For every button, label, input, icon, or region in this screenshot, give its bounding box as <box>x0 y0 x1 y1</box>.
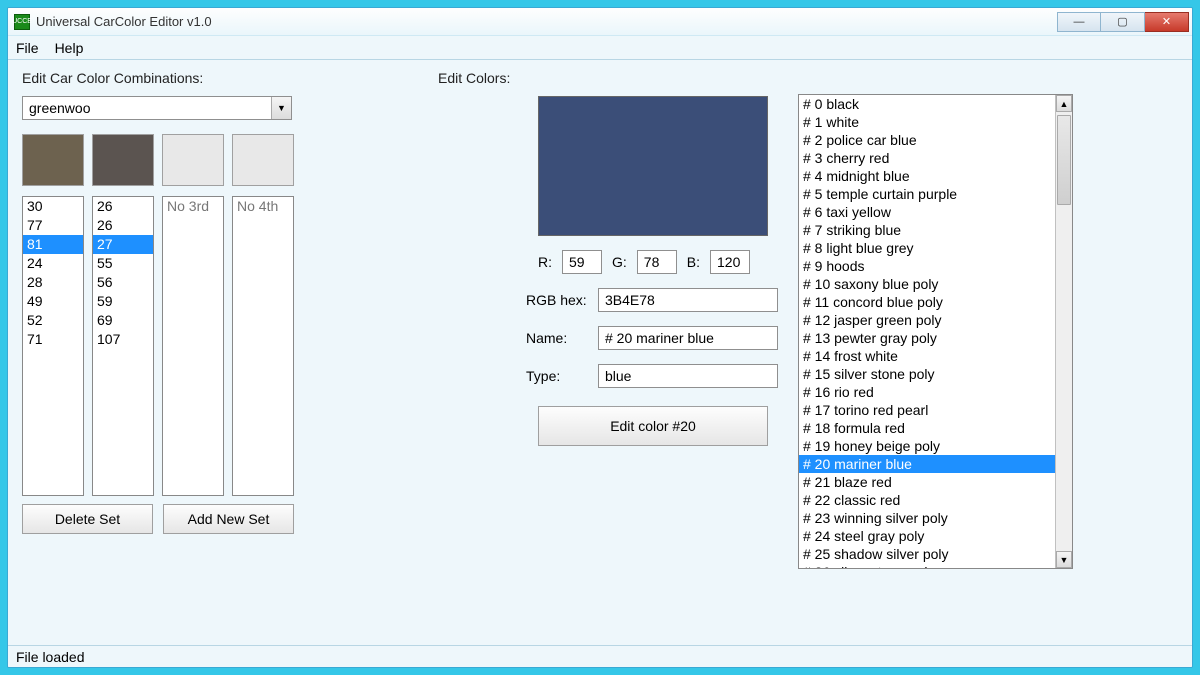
b-input[interactable] <box>710 250 750 274</box>
list-primary[interactable]: 3077812428495271 <box>22 196 84 496</box>
r-input[interactable] <box>562 250 602 274</box>
list-item[interactable]: 26 <box>93 216 153 235</box>
delete-set-button[interactable]: Delete Set <box>22 504 153 534</box>
swatch-3[interactable] <box>162 134 224 186</box>
color-list-item[interactable]: # 14 frost white <box>799 347 1055 365</box>
mid-heading: Edit Colors: <box>438 70 778 86</box>
list-item[interactable]: 55 <box>93 254 153 273</box>
list-item[interactable]: 69 <box>93 311 153 330</box>
add-new-set-button[interactable]: Add New Set <box>163 504 294 534</box>
list-item[interactable]: 26 <box>93 197 153 216</box>
scroll-up-icon[interactable]: ▲ <box>1056 95 1072 112</box>
color-list-item[interactable]: # 24 steel gray poly <box>799 527 1055 545</box>
color-list-item[interactable]: # 0 black <box>799 95 1055 113</box>
list-item[interactable]: 24 <box>23 254 83 273</box>
statusbar: File loaded <box>8 645 1192 667</box>
list-item[interactable]: 27 <box>93 235 153 254</box>
color-list-item[interactable]: # 7 striking blue <box>799 221 1055 239</box>
hex-label: RGB hex: <box>526 292 590 308</box>
list-item[interactable]: 28 <box>23 273 83 292</box>
color-list-item[interactable]: # 16 rio red <box>799 383 1055 401</box>
b-label: B: <box>687 254 700 270</box>
color-list-item[interactable]: # 2 police car blue <box>799 131 1055 149</box>
list-item[interactable]: 52 <box>23 311 83 330</box>
list-item[interactable]: 81 <box>23 235 83 254</box>
hex-input[interactable] <box>598 288 778 312</box>
list-quaternary[interactable]: No 4th <box>232 196 294 496</box>
color-list-item[interactable]: # 1 white <box>799 113 1055 131</box>
list-item[interactable]: 71 <box>23 330 83 349</box>
edit-color-button[interactable]: Edit color #20 <box>538 406 768 446</box>
color-list-item[interactable]: # 18 formula red <box>799 419 1055 437</box>
color-list-item[interactable]: # 25 shadow silver poly <box>799 545 1055 563</box>
car-select-input[interactable] <box>23 97 271 119</box>
color-list-item[interactable]: # 20 mariner blue <box>799 455 1055 473</box>
color-list-item[interactable]: # 5 temple curtain purple <box>799 185 1055 203</box>
window-title: Universal CarColor Editor v1.0 <box>36 14 212 29</box>
color-list-item[interactable]: # 26 silver stone poly <box>799 563 1055 568</box>
color-list-item[interactable]: # 22 classic red <box>799 491 1055 509</box>
chevron-down-icon[interactable]: ▼ <box>271 97 291 119</box>
color-list-item[interactable]: # 9 hoods <box>799 257 1055 275</box>
maximize-button[interactable]: ▢ <box>1101 12 1145 32</box>
type-label: Type: <box>526 368 590 384</box>
app-window: UCCE Universal CarColor Editor v1.0 — ▢ … <box>7 7 1193 668</box>
menubar: File Help <box>8 36 1192 60</box>
car-select-combo[interactable]: ▼ <box>22 96 292 120</box>
list-item[interactable]: 77 <box>23 216 83 235</box>
status-text: File loaded <box>16 649 85 665</box>
color-list-item[interactable]: # 10 saxony blue poly <box>799 275 1055 293</box>
color-list-item[interactable]: # 4 midnight blue <box>799 167 1055 185</box>
swatch-1[interactable] <box>22 134 84 186</box>
color-list-item[interactable]: # 13 pewter gray poly <box>799 329 1055 347</box>
scroll-down-icon[interactable]: ▼ <box>1056 551 1072 568</box>
color-list-item[interactable]: # 3 cherry red <box>799 149 1055 167</box>
g-label: G: <box>612 254 627 270</box>
left-heading: Edit Car Color Combinations: <box>22 70 302 86</box>
color-preview <box>538 96 768 236</box>
color-list-item[interactable]: # 8 light blue grey <box>799 239 1055 257</box>
r-label: R: <box>538 254 552 270</box>
name-input[interactable] <box>598 326 778 350</box>
close-button[interactable]: ✕ <box>1145 12 1189 32</box>
scrollbar[interactable]: ▲ ▼ <box>1055 95 1072 568</box>
titlebar: UCCE Universal CarColor Editor v1.0 — ▢ … <box>8 8 1192 36</box>
color-list-item[interactable]: # 17 torino red pearl <box>799 401 1055 419</box>
color-list-item[interactable]: # 11 concord blue poly <box>799 293 1055 311</box>
minimize-button[interactable]: — <box>1057 12 1101 32</box>
list3-placeholder: No 3rd <box>163 197 223 216</box>
type-input[interactable] <box>598 364 778 388</box>
color-list-item[interactable]: # 23 winning silver poly <box>799 509 1055 527</box>
color-list-item[interactable]: # 6 taxi yellow <box>799 203 1055 221</box>
color-list-item[interactable]: # 12 jasper green poly <box>799 311 1055 329</box>
list-item[interactable]: 107 <box>93 330 153 349</box>
list-item[interactable]: 49 <box>23 292 83 311</box>
list-item[interactable]: 59 <box>93 292 153 311</box>
app-icon: UCCE <box>14 14 30 30</box>
scroll-thumb[interactable] <box>1057 115 1071 205</box>
color-list[interactable]: # 0 black# 1 white# 2 police car blue# 3… <box>798 94 1073 569</box>
list4-placeholder: No 4th <box>233 197 293 216</box>
color-list-item[interactable]: # 19 honey beige poly <box>799 437 1055 455</box>
menu-file[interactable]: File <box>16 40 39 56</box>
list-secondary[interactable]: 26262755565969107 <box>92 196 154 496</box>
client-area: Edit Car Color Combinations: ▼ 307781242… <box>8 60 1192 645</box>
list-item[interactable]: 56 <box>93 273 153 292</box>
g-input[interactable] <box>637 250 677 274</box>
list-tertiary[interactable]: No 3rd <box>162 196 224 496</box>
color-list-item[interactable]: # 21 blaze red <box>799 473 1055 491</box>
swatch-4[interactable] <box>232 134 294 186</box>
name-label: Name: <box>526 330 590 346</box>
list-item[interactable]: 30 <box>23 197 83 216</box>
swatch-2[interactable] <box>92 134 154 186</box>
menu-help[interactable]: Help <box>55 40 84 56</box>
color-list-item[interactable]: # 15 silver stone poly <box>799 365 1055 383</box>
